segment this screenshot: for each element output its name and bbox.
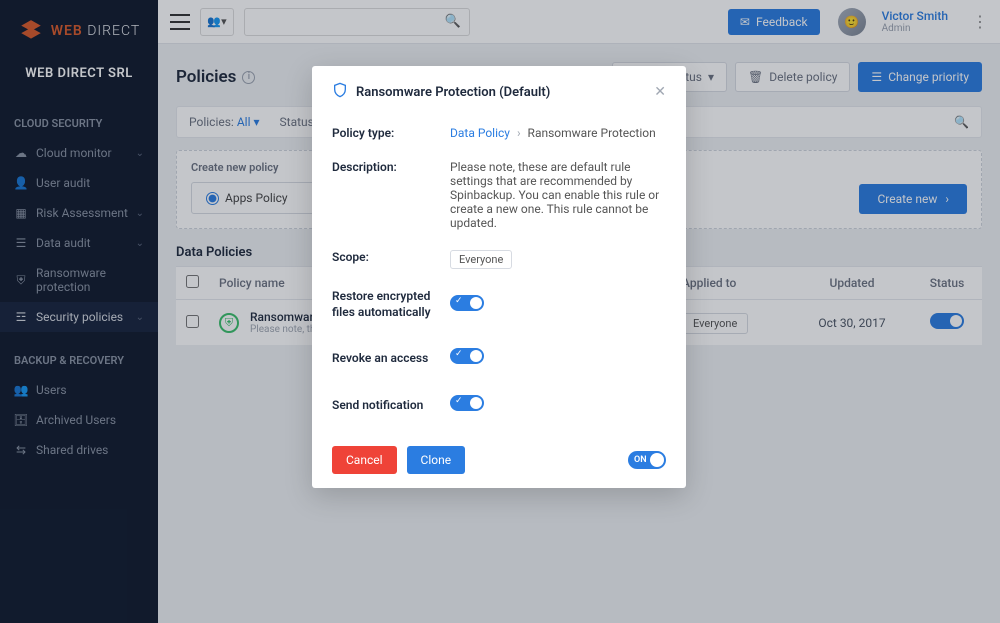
breadcrumb-data-policy[interactable]: Data Policy	[450, 126, 510, 140]
restore-label: Restore encrypted files automatically	[332, 289, 450, 320]
ransomware-policy-modal: Ransomware Protection (Default) ✕ Policy…	[312, 66, 686, 488]
modal-title: Ransomware Protection (Default)	[356, 85, 550, 100]
notify-toggle[interactable]	[450, 395, 484, 411]
policy-type-label: Policy type:	[332, 126, 450, 140]
master-on-toggle[interactable]: ON	[628, 451, 666, 469]
description-label: Description:	[332, 160, 450, 230]
shield-icon	[332, 82, 348, 102]
description-text: Please note, these are default rule sett…	[450, 160, 666, 230]
scope-label: Scope:	[332, 250, 450, 269]
revoke-toggle[interactable]	[450, 348, 484, 364]
chevron-right-icon: ›	[517, 126, 521, 140]
revoke-label: Revoke an access	[332, 351, 450, 365]
restore-toggle[interactable]	[450, 295, 484, 311]
cancel-button[interactable]: Cancel	[332, 446, 397, 474]
policy-type-breadcrumb: Data Policy › Ransomware Protection	[450, 126, 666, 140]
clone-button[interactable]: Clone	[407, 446, 466, 474]
scope-value: Everyone	[450, 250, 512, 269]
notify-label: Send notification	[332, 398, 450, 412]
close-icon[interactable]: ✕	[654, 84, 666, 100]
